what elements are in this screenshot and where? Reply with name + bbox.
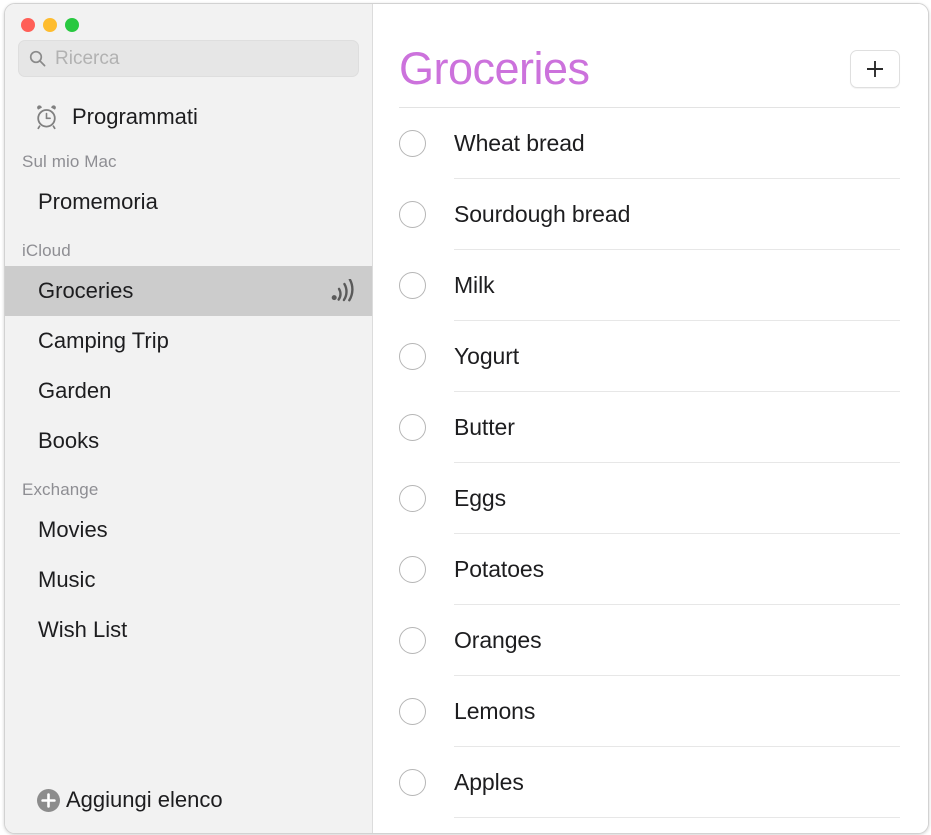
sidebar-section-header-icloud: iCloud (22, 241, 71, 260)
reminder-row[interactable]: Oranges (373, 605, 928, 676)
reminder-label: Butter (454, 414, 515, 440)
reminder-label: Oranges (454, 627, 542, 653)
sidebar-item-label: Garden (38, 378, 112, 403)
sidebar-item-label: Movies (38, 517, 108, 542)
reminder-checkbox[interactable] (399, 485, 426, 512)
reminder-list: Wheat bread Sourdough bread Milk Yogurt … (373, 108, 928, 833)
reminder-checkbox[interactable] (399, 698, 426, 725)
page-title: Groceries (399, 43, 590, 94)
reminder-row[interactable]: Milk (373, 250, 928, 321)
sidebar-item-label: Wish List (38, 617, 128, 642)
reminder-label: Milk (454, 272, 495, 298)
sidebar-item-label: Books (38, 428, 100, 453)
reminder-row[interactable]: Eggs (373, 463, 928, 534)
sidebar-item-wish-list[interactable]: Wish List (5, 605, 372, 655)
sidebar-item-music[interactable]: Music (5, 555, 372, 605)
sidebar-item-programmati[interactable]: Programmati (5, 96, 372, 138)
sidebar-item-camping-trip[interactable]: Camping Trip (5, 316, 372, 366)
reminder-checkbox[interactable] (399, 556, 426, 583)
reminder-label: Eggs (454, 485, 507, 511)
reminder-row[interactable]: Apples (373, 747, 928, 818)
sidebar-item-label: Camping Trip (38, 328, 169, 353)
plus-icon (865, 59, 885, 79)
sidebar-item-label: Groceries (38, 278, 134, 303)
sidebar-list: Programmati Sul mio Mac Promemoria iClou… (5, 77, 372, 789)
sidebar: Programmati Sul mio Mac Promemoria iClou… (5, 4, 373, 833)
search-container (5, 30, 372, 77)
reminder-label: Yogurt (454, 343, 520, 369)
reminder-row[interactable]: Potatoes (373, 534, 928, 605)
add-reminder-button[interactable] (850, 50, 900, 88)
alarm-clock-icon (33, 104, 60, 131)
reminder-checkbox[interactable] (399, 343, 426, 370)
reminders-window: Programmati Sul mio Mac Promemoria iClou… (4, 3, 929, 834)
reminder-row[interactable]: Sourdough bread (373, 179, 928, 250)
sidebar-item-label: Music (38, 567, 96, 592)
sidebar-item-movies[interactable]: Movies (5, 505, 372, 555)
reminder-checkbox[interactable] (399, 201, 426, 228)
reminder-label: Lemons (454, 698, 536, 724)
reminder-checkbox[interactable] (399, 627, 426, 654)
sidebar-item-garden[interactable]: Garden (5, 366, 372, 416)
reminder-label: Apples (454, 769, 524, 795)
sidebar-section-header-exchange: Exchange (22, 480, 99, 499)
main-panel: Groceries Wheat bread Sourdough bread Mi… (373, 4, 928, 833)
reminder-checkbox[interactable] (399, 272, 426, 299)
sidebar-item-books[interactable]: Books (5, 416, 372, 466)
reminder-row[interactable]: Yogurt (373, 321, 928, 392)
plus-circle-icon (37, 788, 60, 812)
reminder-row[interactable]: Wheat bread (373, 108, 928, 179)
search-input[interactable] (55, 47, 348, 70)
reminder-label: Sourdough bread (454, 201, 631, 227)
sidebar-item-label: Programmati (72, 104, 198, 129)
reminder-checkbox[interactable] (399, 414, 426, 441)
reminder-label: Potatoes (454, 556, 544, 582)
reminder-checkbox[interactable] (399, 130, 426, 157)
window-controls (5, 4, 372, 32)
reminder-label: Wheat bread (454, 130, 585, 156)
reminder-checkbox[interactable] (399, 769, 426, 796)
sidebar-item-label: Promemoria (38, 189, 158, 214)
reminder-row[interactable]: Butter (373, 392, 928, 463)
add-list-button[interactable]: Aggiungi elenco (5, 787, 372, 833)
sidebar-item-groceries[interactable]: Groceries (5, 266, 372, 316)
search-icon (29, 50, 46, 67)
shared-list-icon (330, 278, 358, 303)
sidebar-section-header-sul-mio-mac: Sul mio Mac (22, 152, 117, 171)
reminder-row[interactable]: Lemons (373, 676, 928, 747)
main-header: Groceries (373, 4, 928, 94)
sidebar-item-promemoria[interactable]: Promemoria (5, 177, 372, 227)
search-field[interactable] (18, 40, 359, 77)
add-list-label: Aggiungi elenco (66, 787, 223, 812)
